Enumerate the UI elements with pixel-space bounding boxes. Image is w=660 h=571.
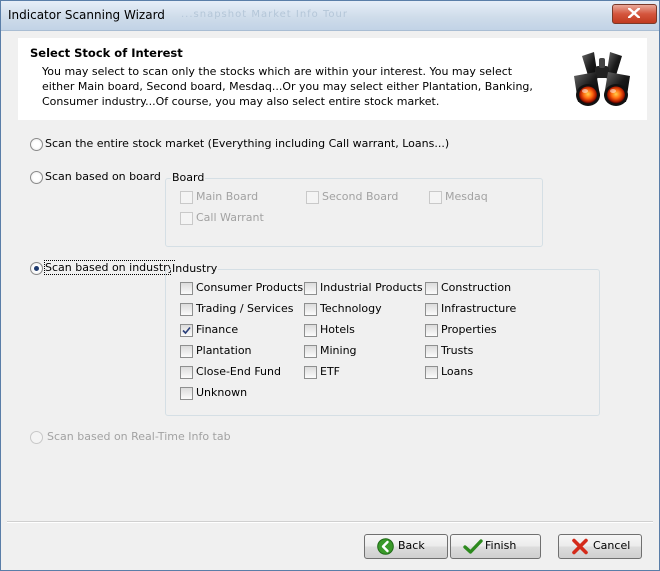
checkbox-mining-label[interactable]: Mining [320, 344, 357, 357]
checkbox-close-end-fund-label[interactable]: Close-End Fund [196, 365, 281, 378]
back-button[interactable]: Back [364, 534, 448, 559]
radio-industry-label[interactable]: Scan based on industry [43, 260, 176, 275]
checkbox-call-warrant-box[interactable] [180, 212, 193, 225]
checkbox-call-warrant-label[interactable]: Call Warrant [196, 211, 264, 224]
checkbox-plantation-label[interactable]: Plantation [196, 344, 252, 357]
close-icon [628, 8, 640, 18]
checkbox-main-board-box[interactable] [180, 191, 193, 204]
checkbox-finance-box[interactable] [180, 324, 193, 337]
checkbox-trading-services-label[interactable]: Trading / Services [196, 302, 293, 315]
radio-entire-market-label[interactable]: Scan the entire stock market (Everything… [45, 137, 449, 150]
checkbox-mesdaq-box[interactable] [429, 191, 442, 204]
checkbox-construction-label[interactable]: Construction [441, 281, 511, 294]
window-title: Indicator Scanning Wizard [8, 8, 165, 22]
radio-industry-circle[interactable] [30, 262, 43, 275]
checkbox-trusts-box[interactable] [425, 345, 438, 358]
checkmark-icon [182, 326, 191, 335]
checkbox-infrastructure-box[interactable] [425, 303, 438, 316]
title-bar[interactable]: Indicator Scanning Wizard ...snapshot Ma… [1, 1, 659, 31]
radio-realtime-circle[interactable] [30, 431, 43, 444]
checkbox-consumer-products-box[interactable] [180, 282, 193, 295]
back-arrow-icon [377, 538, 394, 555]
cancel-button-label: Cancel [593, 539, 631, 552]
checkbox-second-board-box[interactable] [306, 191, 319, 204]
checkbox-loans-box[interactable] [425, 366, 438, 379]
close-button[interactable] [612, 4, 657, 24]
checkbox-hotels-label[interactable]: Hotels [320, 323, 355, 336]
checkbox-industrial-products-box[interactable] [304, 282, 317, 295]
checkbox-second-board-label[interactable]: Second Board [322, 190, 398, 203]
checkbox-consumer-products-label[interactable]: Consumer Products [196, 281, 303, 294]
header-panel: Select Stock of Interest You may select … [18, 38, 647, 120]
industry-group-title: Industry [171, 262, 219, 275]
checkbox-construction-box[interactable] [425, 282, 438, 295]
checkmark-icon [463, 539, 483, 554]
checkbox-plantation-box[interactable] [180, 345, 193, 358]
radio-realtime-label[interactable]: Scan based on Real-Time Info tab [47, 430, 231, 443]
checkbox-close-end-fund-box[interactable] [180, 366, 193, 379]
checkbox-unknown-label[interactable]: Unknown [196, 386, 247, 399]
checkbox-loans-label[interactable]: Loans [441, 365, 473, 378]
checkbox-etf-box[interactable] [304, 366, 317, 379]
finish-button[interactable]: Finish [450, 534, 541, 559]
wizard-window: Indicator Scanning Wizard ...snapshot Ma… [0, 0, 660, 571]
radio-board-label[interactable]: Scan based on board [45, 170, 161, 183]
checkbox-trusts-label[interactable]: Trusts [441, 344, 473, 357]
checkbox-etf-label[interactable]: ETF [320, 365, 340, 378]
checkbox-unknown-box[interactable] [180, 387, 193, 400]
checkbox-main-board-label[interactable]: Main Board [196, 190, 258, 203]
checkbox-industrial-products-label[interactable]: Industrial Products [320, 281, 423, 294]
header-description: You may select to scan only the stocks w… [42, 65, 533, 108]
checkbox-properties-label[interactable]: Properties [441, 323, 497, 336]
radio-entire-market-circle[interactable] [30, 138, 43, 151]
back-button-label: Back [398, 539, 425, 552]
finish-button-label: Finish [485, 539, 517, 552]
footer-separator [7, 521, 653, 523]
checkbox-technology-box[interactable] [304, 303, 317, 316]
checkbox-mesdaq-label[interactable]: Mesdaq [445, 190, 488, 203]
checkbox-mining-box[interactable] [304, 345, 317, 358]
checkbox-infrastructure-label[interactable]: Infrastructure [441, 302, 516, 315]
checkbox-properties-box[interactable] [425, 324, 438, 337]
binoculars-icon [574, 52, 630, 106]
checkbox-hotels-box[interactable] [304, 324, 317, 337]
header-title: Select Stock of Interest [30, 46, 183, 60]
checkbox-trading-services-box[interactable] [180, 303, 193, 316]
cancel-button[interactable]: Cancel [558, 534, 642, 559]
red-x-icon [572, 538, 588, 555]
background-window-title: ...snapshot Market Info Tour [181, 9, 348, 20]
radio-board-circle[interactable] [30, 171, 43, 184]
board-group-title: Board [171, 171, 206, 184]
checkbox-finance-label[interactable]: Finance [196, 323, 238, 336]
checkbox-technology-label[interactable]: Technology [320, 302, 382, 315]
